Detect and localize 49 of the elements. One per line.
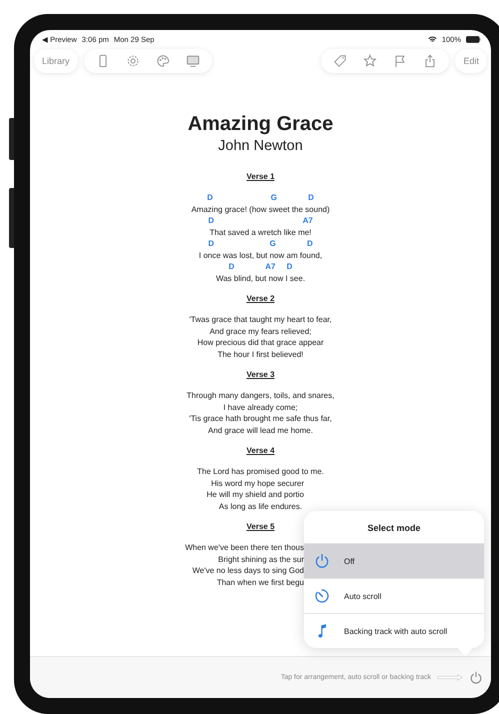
lyric-line: Was blind, but now I see.	[216, 274, 306, 282]
power-icon[interactable]	[469, 670, 483, 684]
battery-icon	[466, 36, 481, 42]
verse-heading: Verse 5	[246, 522, 275, 531]
tag-icon[interactable]	[333, 54, 348, 68]
verse-heading: Verse 4	[246, 446, 275, 455]
lyric-line: We've no less days to sing God	[192, 566, 304, 575]
timer-icon	[314, 588, 330, 604]
lyric-line: And grace will lead me home.	[208, 426, 313, 434]
lyric-line: That saved a wretch like me!	[210, 228, 312, 236]
lyric-line: I once was lost, but now am found,	[198, 250, 322, 260]
mode-option[interactable]: Off	[304, 543, 484, 578]
lyric-line: Bright shining as the sur	[218, 554, 304, 564]
arrow-icon	[437, 674, 463, 681]
verse-heading: Verse 1	[246, 172, 275, 181]
edit-button[interactable]: Edit	[455, 49, 487, 73]
lyric-line: 'Tis grace hath brought me safe thus far,	[189, 414, 332, 423]
verse-heading: Verse 3	[246, 370, 275, 379]
flag-icon[interactable]	[393, 54, 408, 68]
lyric-line: How precious did that grace appear	[197, 338, 324, 347]
chord-line: D A7 D	[228, 262, 292, 271]
chord-line: D G D	[208, 239, 313, 248]
verse-heading: Verse 2	[246, 294, 275, 303]
lyric-line: He will my shield and portio	[206, 490, 304, 499]
lyric-line: When we've been there ten thous	[185, 543, 304, 552]
palette-icon[interactable]	[156, 54, 170, 68]
song-title: Amazing Grace	[188, 113, 334, 136]
lyric-line: Through many dangers, toils, and snares,	[186, 391, 334, 400]
share-icon[interactable]	[423, 54, 438, 68]
lyric-line: The hour I first believed!	[218, 350, 304, 358]
wifi-icon	[428, 36, 437, 42]
lyric-line: The Lord has promised good to me.	[197, 467, 324, 476]
settings-icon[interactable]	[126, 54, 140, 68]
lyric-line: And grace my fears relieved;	[210, 326, 312, 336]
lyric-line: I have already come;	[223, 402, 298, 412]
mode-option[interactable]: Auto scroll	[304, 578, 484, 613]
chord-line: D A7	[208, 216, 313, 225]
monitor-icon[interactable]	[186, 54, 200, 68]
power-icon	[314, 553, 330, 569]
song-author: John Newton	[218, 138, 303, 154]
lyric-line: His word my hope securer	[211, 478, 304, 488]
lyric-line: Amazing grace! (how sweet the sound)	[191, 204, 330, 214]
star-icon[interactable]	[363, 54, 378, 68]
popover-title: Select mode	[366, 522, 422, 535]
lyric-line: Than when we first begu	[216, 578, 304, 586]
lyric-line: As long as life endures.	[218, 502, 302, 510]
chord-line: D G D	[207, 193, 314, 202]
lyric-line: 'Twas grace that taught my heart to fear,	[189, 315, 332, 324]
library-button[interactable]: Library	[34, 49, 78, 73]
